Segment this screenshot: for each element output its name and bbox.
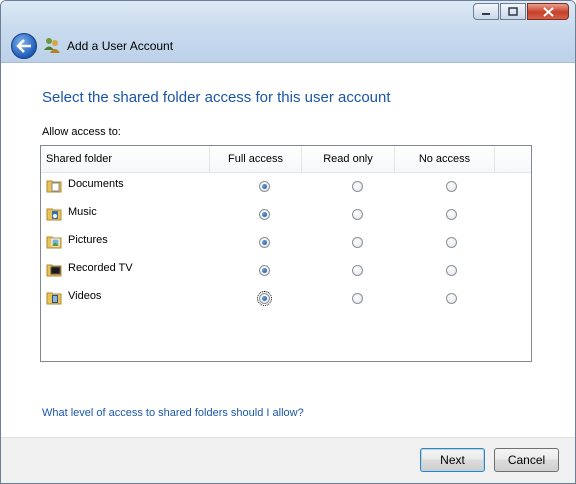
folder-name: Videos xyxy=(68,290,102,302)
button-bar: Next Cancel xyxy=(1,437,575,483)
read-only-radio[interactable] xyxy=(352,237,363,248)
read-only-radio[interactable] xyxy=(352,293,363,304)
recorded-tv-folder-icon xyxy=(46,264,62,277)
no-access-radio[interactable] xyxy=(446,181,457,192)
column-read-only[interactable]: Read only xyxy=(302,146,395,173)
page-heading: Select the shared folder access for this… xyxy=(42,89,391,106)
add-user-account-window: Add a User Account Select the shared fol… xyxy=(0,0,576,484)
minimize-icon xyxy=(482,12,490,15)
allow-access-label: Allow access to: xyxy=(42,126,121,138)
close-button[interactable] xyxy=(527,3,569,20)
no-access-radio[interactable] xyxy=(446,265,457,276)
no-access-radio[interactable] xyxy=(446,237,457,248)
back-button[interactable] xyxy=(11,33,37,59)
folder-name: Documents xyxy=(68,178,124,190)
column-no-access[interactable]: No access xyxy=(395,146,495,173)
folder-name: Music xyxy=(68,206,97,218)
shared-folder-list: Shared folder Full access Read only No a… xyxy=(40,145,532,362)
pictures-folder-icon xyxy=(46,236,62,249)
read-only-radio[interactable] xyxy=(352,181,363,192)
back-arrow-icon xyxy=(16,39,31,53)
column-shared-folder[interactable]: Shared folder xyxy=(41,146,210,173)
window-title: Add a User Account xyxy=(67,39,174,53)
full-access-radio[interactable] xyxy=(259,237,270,248)
full-access-radio[interactable] xyxy=(259,265,270,276)
folder-name: Recorded TV xyxy=(68,262,133,274)
folder-row-documents: Documents xyxy=(41,174,531,202)
folder-row-music: Music xyxy=(41,202,531,230)
no-access-radio[interactable] xyxy=(446,209,457,220)
full-access-radio[interactable] xyxy=(259,181,270,192)
window-controls xyxy=(473,3,569,20)
folder-row-recorded-tv: Recorded TV xyxy=(41,258,531,286)
folder-row-pictures: Pictures xyxy=(41,230,531,258)
column-full-access[interactable]: Full access xyxy=(210,146,302,173)
user-accounts-icon xyxy=(44,38,60,53)
no-access-radio[interactable] xyxy=(446,293,457,304)
folder-name: Pictures xyxy=(68,234,108,246)
cancel-button[interactable]: Cancel xyxy=(494,448,559,472)
access-help-link[interactable]: What level of access to shared folders s… xyxy=(42,407,304,419)
read-only-radio[interactable] xyxy=(352,209,363,220)
next-button[interactable]: Next xyxy=(420,448,485,472)
maximize-button[interactable] xyxy=(500,3,526,20)
videos-folder-icon xyxy=(46,292,62,305)
full-access-radio[interactable] xyxy=(259,209,270,220)
minimize-button[interactable] xyxy=(473,3,499,20)
title-bar: Add a User Account xyxy=(1,1,575,63)
close-icon xyxy=(542,6,554,17)
documents-folder-icon xyxy=(46,180,62,193)
maximize-icon xyxy=(508,7,518,16)
read-only-radio[interactable] xyxy=(352,265,363,276)
music-folder-icon xyxy=(46,208,62,221)
folder-row-videos: Videos xyxy=(41,286,531,314)
list-header: Shared folder Full access Read only No a… xyxy=(41,146,531,173)
full-access-radio[interactable] xyxy=(257,291,272,306)
